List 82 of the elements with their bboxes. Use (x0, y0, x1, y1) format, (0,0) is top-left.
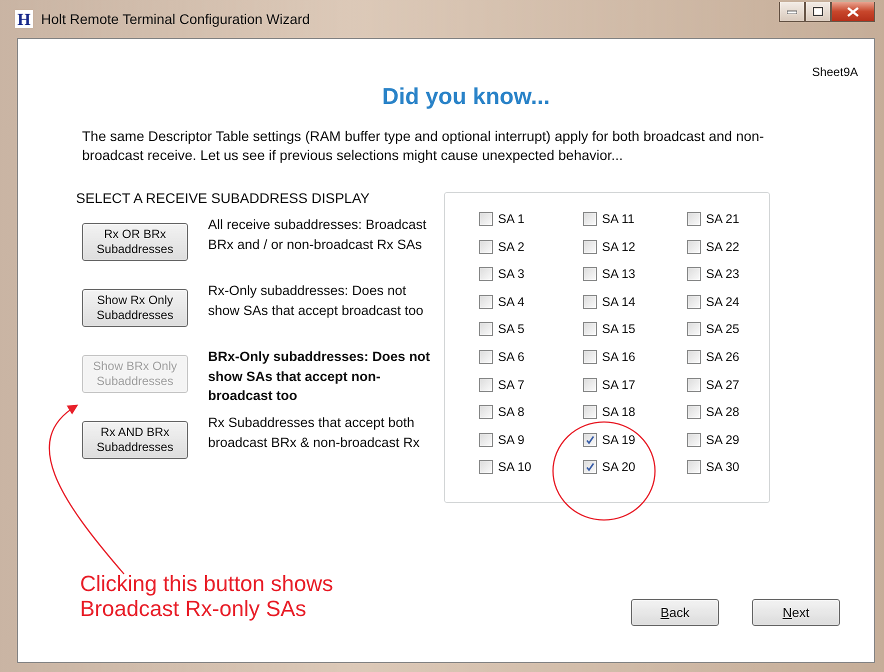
next-button[interactable]: Next (752, 599, 840, 626)
close-button[interactable] (831, 2, 875, 22)
checkbox-label: SA 24 (706, 294, 740, 309)
checkbox-label: SA 18 (602, 405, 636, 420)
checkbox-label: SA 27 (706, 378, 740, 392)
checkbox[interactable] (479, 212, 493, 226)
checkbox-label: SA 13 (602, 267, 636, 282)
minimize-button[interactable] (779, 2, 805, 22)
display-button[interactable]: Rx AND BRx Subaddresses (82, 421, 188, 459)
checkbox-label: SA 6 (498, 350, 524, 364)
checkbox-label: SA 4 (498, 294, 524, 309)
checkbox[interactable] (687, 460, 701, 474)
window-title: Holt Remote Terminal Configuration Wizard (41, 11, 310, 27)
checkbox-label: SA 15 (602, 322, 636, 336)
checkbox-label: SA 16 (602, 350, 636, 364)
close-icon (847, 6, 859, 16)
checkbox[interactable] (479, 322, 493, 336)
checkbox-label: SA 30 (706, 460, 740, 474)
checkbox[interactable] (583, 405, 597, 420)
checkbox[interactable] (687, 405, 701, 420)
checkbox[interactable] (687, 267, 701, 282)
checkbox-label: SA 1 (498, 212, 524, 226)
heading: Did you know... (382, 83, 550, 110)
checkbox[interactable] (583, 432, 597, 447)
checkbox-label: SA 20 (602, 460, 636, 474)
checkbox[interactable] (687, 212, 701, 226)
option-description: All receive subaddresses: Broadcast BRx and / or non-broadcast Rx SAs (208, 216, 428, 254)
checkbox-label: SA 26 (706, 350, 740, 364)
checkbox-label: SA 11 (602, 212, 634, 226)
back-button[interactable]: Back (631, 599, 719, 626)
checkbox-label: SA 14 (602, 294, 636, 309)
option-description: Rx-Only subaddresses: Does not show SAs that accept broadcast too (208, 282, 424, 320)
checkbox[interactable] (687, 322, 701, 336)
checkbox[interactable] (583, 350, 597, 364)
checkbox[interactable] (687, 432, 701, 447)
checkbox[interactable] (479, 267, 493, 282)
checkbox[interactable] (479, 350, 493, 364)
checkbox-label: SA 10 (498, 460, 532, 474)
display-button[interactable]: Rx OR BRx Subaddresses (82, 223, 188, 261)
section-title: SELECT A RECEIVE SUBADDRESS DISPLAY (76, 190, 371, 206)
checkbox-label: SA 8 (498, 405, 524, 420)
display-button[interactable]: Show Rx Only Subaddresses (82, 289, 188, 327)
checkbox[interactable] (479, 240, 493, 254)
checkbox[interactable] (583, 267, 597, 282)
checkbox[interactable] (583, 240, 597, 254)
maximize-button[interactable] (805, 2, 831, 22)
checkbox[interactable] (479, 405, 493, 420)
checkbox-label: SA 12 (602, 240, 636, 254)
checkbox[interactable] (687, 294, 701, 309)
checkbox[interactable] (479, 460, 493, 474)
checkbox[interactable] (687, 378, 701, 392)
checkbox[interactable] (687, 350, 701, 364)
checkbox-label: SA 2 (498, 240, 524, 254)
checkbox-label: SA 21 (706, 212, 740, 226)
checkbox-label: SA 3 (498, 267, 524, 282)
checkbox-label: SA 9 (498, 432, 524, 447)
checkbox-label: SA 25 (706, 322, 740, 336)
checkbox[interactable] (583, 212, 597, 226)
checkbox[interactable] (583, 378, 597, 392)
checkbox[interactable] (479, 432, 493, 447)
checkbox[interactable] (479, 378, 493, 392)
maximize-icon (813, 7, 823, 16)
checkbox[interactable] (479, 294, 493, 309)
checkbox-label: SA 17 (602, 378, 636, 392)
intro-paragraph: The same Descriptor Table settings (RAM buffer type and optional interrupt) apply for both broadcast and non-broadcast receive. Let us see if previous selections might cause unexpected behavior... (82, 127, 765, 165)
checkbox[interactable] (583, 294, 597, 309)
checkbox[interactable] (687, 240, 701, 254)
app-icon: H (15, 10, 33, 28)
annotation-text: Clicking this button shows Broadcast Rx-only SAs (80, 571, 334, 621)
option-description: Rx Subaddresses that accept both broadcast BRx & non-broadcast Rx (208, 414, 421, 452)
checkbox-label: SA 23 (706, 267, 740, 282)
checkbox-label: SA 5 (498, 322, 524, 336)
checkbox-label: SA 22 (706, 240, 740, 254)
option-description: BRx-Only subaddresses: Does not show SAs that accept non-broadcast too (208, 348, 432, 405)
checkbox-label: SA 28 (706, 405, 740, 420)
checkbox[interactable] (583, 322, 597, 336)
sheet-label: Sheet9A (812, 65, 858, 79)
checkbox-label: SA 29 (706, 432, 740, 447)
checkbox-label: SA 19 (602, 432, 636, 447)
minimize-icon (787, 10, 797, 14)
checkbox-label: SA 7 (498, 378, 524, 392)
checkbox[interactable] (583, 460, 597, 474)
